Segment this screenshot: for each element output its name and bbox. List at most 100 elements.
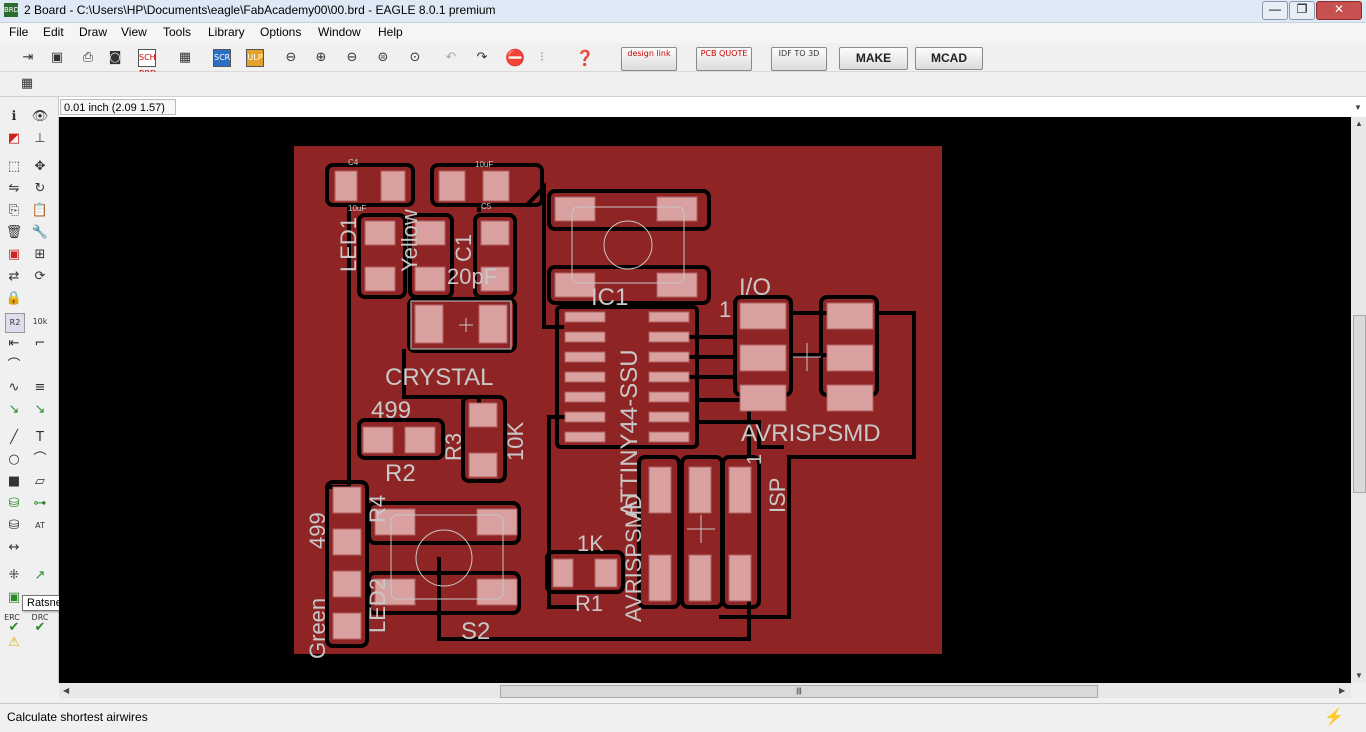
delete-icon[interactable]: 🗑 (5, 224, 23, 242)
board-canvas[interactable]: C4 10uF 10uF C5 LED1 Yellow C1 20pF CRYS… (59, 117, 1351, 683)
name-icon[interactable]: R2 (5, 313, 25, 333)
menu-edit[interactable]: Edit (43, 25, 64, 39)
menu-options[interactable]: Options (260, 25, 301, 39)
board-icon[interactable]: ▣ (5, 589, 23, 607)
command-history-dropdown-icon[interactable]: ▼ (1354, 103, 1362, 112)
pcb-quote-button[interactable]: PCB QUOTE (696, 47, 752, 71)
menu-window[interactable]: Window (318, 25, 361, 39)
text-icon[interactable]: T (31, 429, 49, 447)
horizontal-scrollbar[interactable]: ◀ ||| ▶ (59, 683, 1351, 698)
menu-library[interactable]: Library (208, 25, 245, 39)
save-icon[interactable]: ▣ (47, 48, 67, 68)
copy-icon[interactable]: ⎘ (5, 202, 23, 220)
go-icon[interactable]: ⁝ (532, 48, 552, 68)
close-button[interactable]: ✕ (1316, 1, 1362, 20)
change-icon[interactable]: 🔧 (31, 224, 49, 242)
scroll-up-icon[interactable]: ▲ (1355, 119, 1363, 128)
help-icon[interactable]: ❓ (575, 48, 595, 68)
route-icon[interactable]: ↘ (5, 401, 23, 419)
mirror-icon[interactable]: ⇋ (5, 180, 23, 198)
show-icon[interactable]: 👁 (31, 108, 49, 126)
svg-text:IC1: IC1 (591, 284, 628, 311)
lock-icon[interactable]: 🔒 (5, 290, 23, 308)
mcad-button[interactable]: MCAD (915, 47, 983, 70)
hole-icon[interactable]: ⛁ (5, 517, 23, 535)
maximize-button[interactable]: ❐ (1289, 1, 1315, 20)
svg-text:R2: R2 (385, 460, 416, 487)
menu-tools[interactable]: Tools (163, 25, 191, 39)
via-icon[interactable]: ⛁ (5, 495, 23, 513)
move-icon[interactable]: ✥ (31, 158, 49, 176)
signal-icon[interactable]: ⊶ (31, 495, 49, 513)
ripup-icon[interactable]: ↘ (31, 401, 49, 419)
paste-icon[interactable]: 📋 (31, 202, 49, 220)
script-icon[interactable]: SCR (213, 49, 231, 67)
zoom-in-icon[interactable]: ⊕ (311, 48, 331, 68)
rotate-icon[interactable]: ↻ (31, 180, 49, 198)
line-icon[interactable]: ╱ (5, 429, 23, 447)
polygon-icon[interactable]: ▱ (31, 473, 49, 491)
scroll-left-icon[interactable]: ◀ (63, 686, 69, 695)
arc-icon[interactable]: ⌒ (31, 451, 49, 469)
vertical-scroll-thumb[interactable] (1353, 315, 1366, 493)
svg-text:499: 499 (371, 397, 411, 424)
scroll-right-icon[interactable]: ▶ (1339, 686, 1345, 695)
value-icon[interactable]: 10k (31, 313, 49, 331)
split-icon[interactable]: ⌒ (5, 357, 23, 375)
menu-help[interactable]: Help (378, 25, 403, 39)
layer-list-icon[interactable]: ≡ (31, 379, 49, 397)
menu-file[interactable]: File (9, 25, 28, 39)
zoom-redraw-icon[interactable]: ⊜ (373, 48, 393, 68)
svg-text:C4: C4 (348, 158, 359, 167)
add-icon[interactable]: ▣ (5, 246, 23, 264)
grid-icon[interactable]: ▦ (17, 74, 37, 94)
optimize-icon[interactable]: ⟳ (31, 268, 49, 286)
ulp-icon[interactable]: ULP (246, 49, 264, 67)
stop-icon[interactable]: ⛔ (505, 48, 525, 68)
horizontal-scroll-thumb[interactable]: ||| (500, 685, 1098, 698)
circle-icon[interactable]: ○ (5, 451, 23, 469)
group-icon[interactable]: ⬚ (5, 158, 23, 176)
swap-icon[interactable]: ⇄ (5, 268, 23, 286)
zoom-fit-icon[interactable]: ⊖ (281, 48, 301, 68)
scroll-down-icon[interactable]: ▼ (1355, 671, 1363, 680)
dimension-icon[interactable]: ↔ (5, 539, 23, 557)
info-icon[interactable]: ℹ (5, 108, 23, 126)
zoom-out-icon[interactable]: ⊖ (342, 48, 362, 68)
library-icon[interactable]: ▦ (175, 48, 195, 68)
meander-icon[interactable]: ∿ (5, 379, 23, 397)
menu-view[interactable]: View (121, 25, 147, 39)
smash-icon[interactable]: ⇤ (5, 335, 23, 353)
undo-icon[interactable]: ↶ (441, 48, 461, 68)
lightning-icon[interactable]: ⚡ (1324, 707, 1344, 727)
svg-text:LED2: LED2 (365, 578, 390, 633)
menu-draw[interactable]: Draw (79, 25, 107, 39)
ratsnest-icon[interactable]: ⁜ (5, 567, 23, 585)
cam-processor-icon[interactable]: ◙ (105, 48, 125, 68)
design-link-button[interactable]: design link (621, 47, 677, 71)
vertical-scrollbar[interactable]: ▲ ▼ (1351, 117, 1366, 683)
parameter-toolbar: ▦ (0, 72, 1366, 97)
main-toolbar: ⇥ ▣ ⎙ ◙ SCH BRD ▦ SCR ULP ⊖ ⊕ ⊖ ⊜ ⊙ ↶ ↷ … (0, 44, 1366, 78)
svg-text:R4: R4 (365, 495, 390, 523)
svg-text:1K: 1K (577, 531, 604, 556)
attribute-icon[interactable]: AT (31, 517, 49, 535)
command-line-input[interactable] (192, 99, 1348, 115)
rectangle-icon[interactable]: ■ (5, 473, 23, 491)
mark-icon[interactable]: ⊥ (31, 130, 49, 148)
minimize-button[interactable]: — (1262, 1, 1288, 20)
open-icon[interactable]: ⇥ (18, 48, 38, 68)
sch-brd-switch-icon[interactable]: SCH BRD (138, 49, 156, 78)
display-layers-icon[interactable]: ◩ (5, 130, 23, 148)
make-button[interactable]: MAKE (839, 47, 908, 70)
redo-icon[interactable]: ↷ (472, 48, 492, 68)
idf-to-3d-button[interactable]: IDF TO 3D (771, 47, 827, 71)
print-icon[interactable]: ⎙ (78, 48, 98, 68)
status-message: Calculate shortest airwires (7, 710, 148, 724)
zoom-select-icon[interactable]: ⊙ (405, 48, 425, 68)
svg-text:1: 1 (744, 454, 766, 465)
replace-icon[interactable]: ⊞ (31, 246, 49, 264)
miter-icon[interactable]: ⌐ (31, 335, 49, 353)
warning-icon[interactable]: ⚠ (5, 634, 23, 652)
autorouter-icon[interactable]: ↗ (31, 567, 49, 585)
